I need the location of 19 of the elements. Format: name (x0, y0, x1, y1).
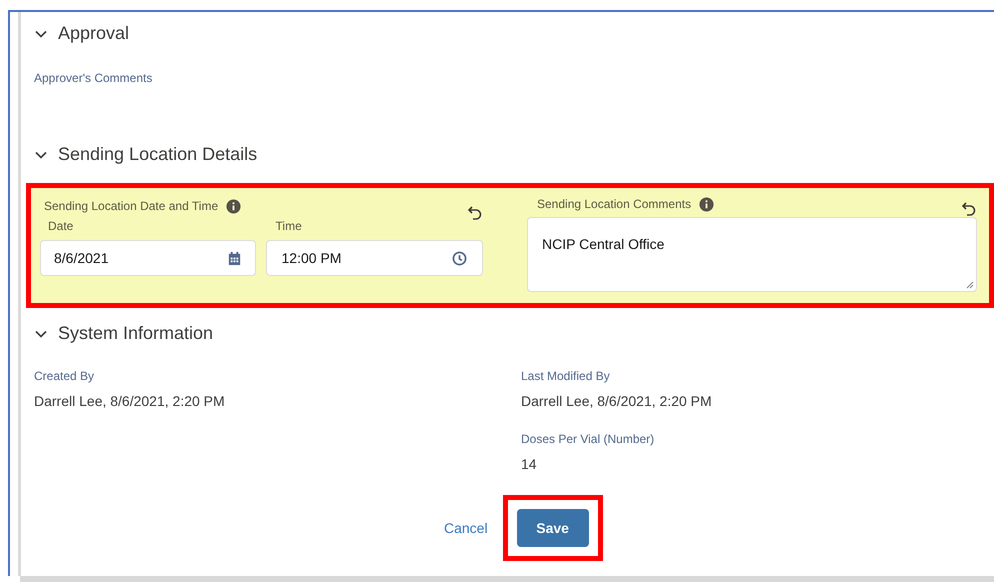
field-label: Approver's Comments (34, 70, 154, 87)
section-title[interactable]: Sending Location Details (58, 141, 258, 168)
field-value: Darrell Lee, 8/6/2021, 2:20 PM (521, 392, 712, 411)
time-field[interactable]: 12:00 PM (266, 240, 483, 276)
section-title[interactable]: System Information (58, 320, 214, 347)
field-value: Darrell Lee, 8/6/2021, 2:20 PM (34, 392, 226, 411)
date-field[interactable]: 8/6/2021 (40, 240, 256, 276)
field-label: Doses Per Vial (Number) (521, 431, 656, 448)
field-label: Last Modified By (521, 368, 611, 385)
cancel-link[interactable]: Cancel (444, 518, 488, 538)
section-title[interactable]: Approval (58, 20, 130, 47)
field-label: Sending Location Comments (537, 196, 692, 213)
field-label: Date (47, 218, 74, 235)
field-label: Time (274, 218, 303, 235)
field-label: Sending Location Date and Time (44, 198, 218, 215)
comments-field[interactable]: NCIP Central Office (527, 217, 977, 292)
field-value: 14 (521, 455, 538, 474)
field-label: Created By (34, 368, 96, 385)
save-button[interactable]: Save (516, 509, 589, 547)
